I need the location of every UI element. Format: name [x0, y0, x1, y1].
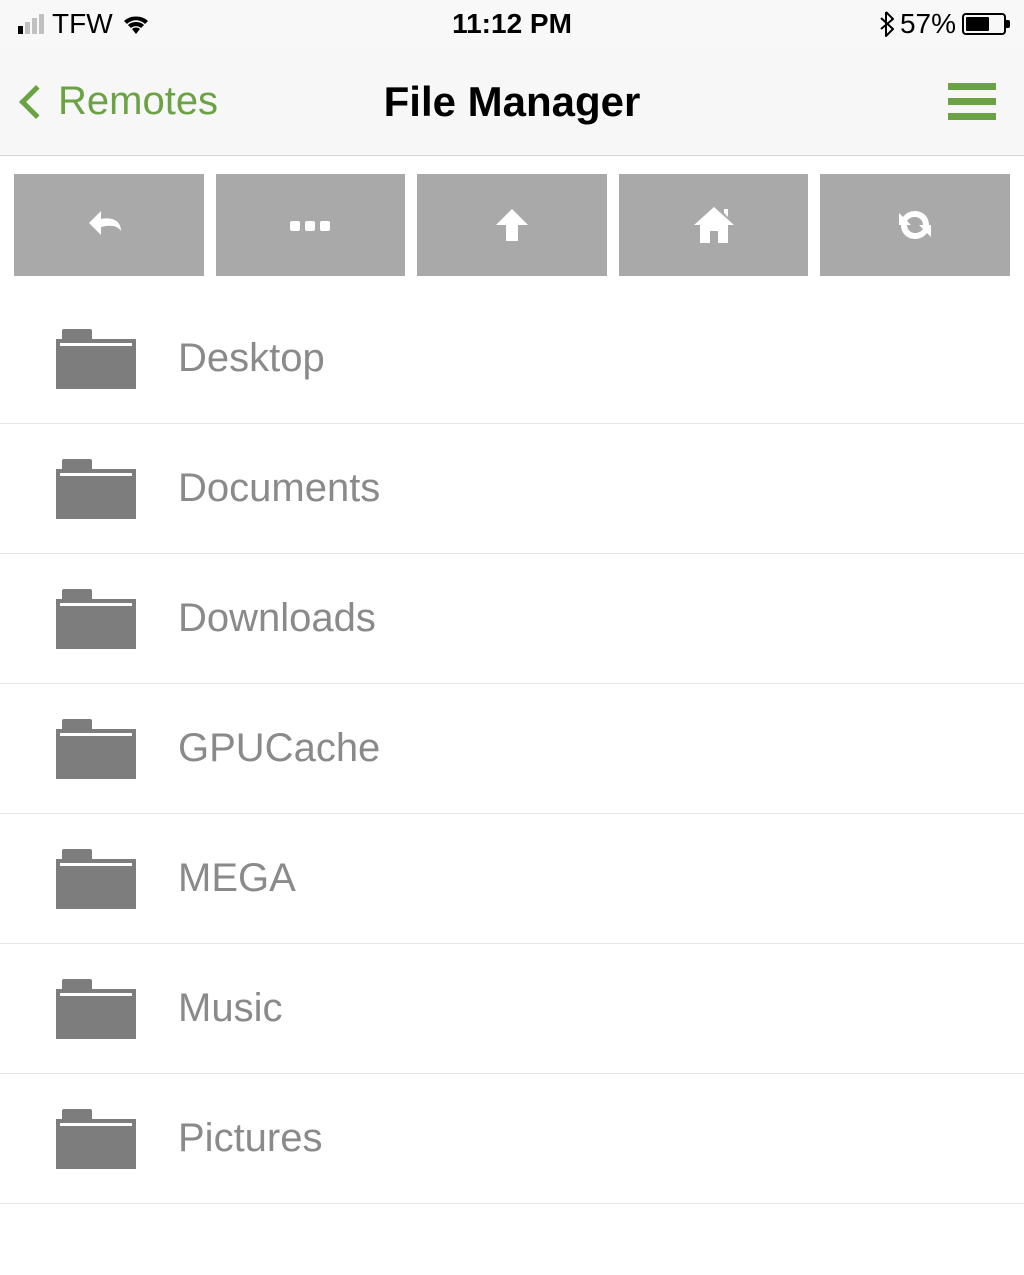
file-name: Documents — [178, 466, 380, 511]
arrow-up-icon — [490, 203, 534, 247]
file-name: Music — [178, 986, 282, 1031]
bluetooth-icon — [878, 11, 894, 37]
up-button[interactable] — [417, 174, 607, 276]
back-button[interactable]: Remotes — [24, 79, 218, 124]
menu-button[interactable] — [944, 79, 1000, 124]
nav-bar: Remotes File Manager — [0, 48, 1024, 156]
undo-button[interactable] — [14, 174, 204, 276]
folder-icon — [56, 589, 136, 649]
page-title: File Manager — [384, 78, 641, 126]
folder-icon — [56, 979, 136, 1039]
status-bar: TFW 11:12 PM 57% — [0, 0, 1024, 48]
file-name: Pictures — [178, 1116, 323, 1161]
list-item[interactable]: Desktop — [0, 294, 1024, 424]
ellipsis-icon — [286, 217, 334, 233]
file-name: Desktop — [178, 336, 325, 381]
status-time: 11:12 PM — [452, 8, 572, 40]
hamburger-icon — [948, 83, 996, 90]
status-left: TFW — [18, 8, 151, 40]
home-button[interactable] — [619, 174, 809, 276]
toolbar — [0, 156, 1024, 294]
home-icon — [690, 203, 738, 247]
battery-icon — [962, 13, 1006, 35]
wifi-icon — [121, 13, 151, 35]
file-name: MEGA — [178, 856, 296, 901]
list-item[interactable]: Pictures — [0, 1074, 1024, 1204]
more-button[interactable] — [216, 174, 406, 276]
file-name: Downloads — [178, 596, 376, 641]
list-item[interactable]: GPUCache — [0, 684, 1024, 814]
file-list: Desktop Documents Downloads GPUCache MEG… — [0, 294, 1024, 1204]
folder-icon — [56, 1109, 136, 1169]
list-item[interactable]: Downloads — [0, 554, 1024, 684]
carrier-label: TFW — [52, 8, 113, 40]
list-item[interactable]: MEGA — [0, 814, 1024, 944]
list-item[interactable]: Music — [0, 944, 1024, 1074]
folder-icon — [56, 459, 136, 519]
chevron-left-icon — [19, 85, 53, 119]
refresh-button[interactable] — [820, 174, 1010, 276]
status-right: 57% — [878, 8, 1006, 40]
undo-icon — [85, 201, 133, 249]
list-item[interactable]: Documents — [0, 424, 1024, 554]
back-label: Remotes — [58, 79, 218, 124]
folder-icon — [56, 329, 136, 389]
folder-icon — [56, 849, 136, 909]
file-name: GPUCache — [178, 726, 380, 771]
battery-percent: 57% — [900, 8, 956, 40]
refresh-icon — [893, 203, 937, 247]
folder-icon — [56, 719, 136, 779]
cellular-signal-icon — [18, 14, 44, 34]
